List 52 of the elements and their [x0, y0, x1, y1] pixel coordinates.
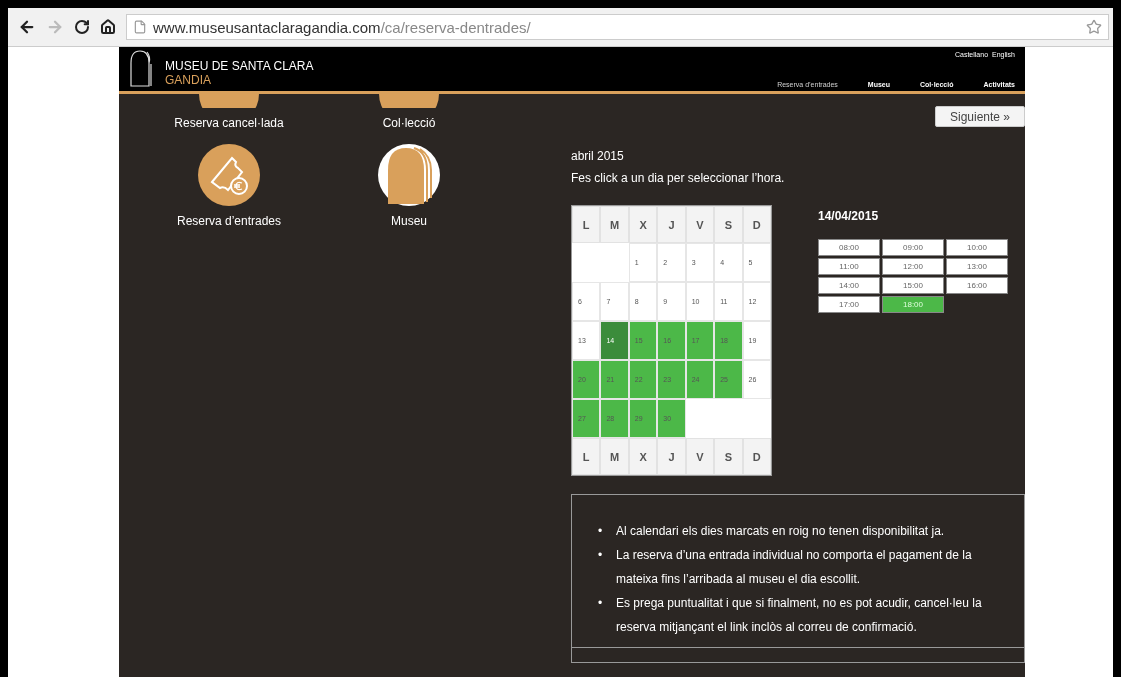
home-button[interactable]: [100, 19, 116, 35]
time-slot[interactable]: 09:00: [882, 239, 944, 256]
bullet: •: [598, 523, 604, 540]
time-slot[interactable]: 10:00: [946, 239, 1008, 256]
weekday-header: J: [657, 206, 686, 243]
address-bar[interactable]: www.museusantaclaragandia.com/ca/reserva-dentrades/: [126, 14, 1109, 40]
weekday-header: X: [628, 438, 658, 475]
time-slot[interactable]: 08:00: [818, 239, 880, 256]
shortcut-link[interactable]: Reserva cancel·lada: [174, 116, 284, 130]
back-button[interactable]: [18, 18, 36, 36]
time-slot[interactable]: 17:00: [818, 296, 880, 313]
weekday-header: M: [600, 206, 629, 243]
note-item: Al calendari els dies marcats en roig no tenen disponibilitat ja.: [616, 523, 945, 540]
weekday-header: J: [657, 438, 686, 475]
round-icon[interactable]: [199, 94, 259, 108]
bullet: •: [598, 595, 604, 612]
time-slot[interactable]: 12:00: [882, 258, 944, 275]
site-subtitle: GANDIA: [165, 73, 212, 87]
page-icon: [133, 20, 147, 34]
time-slot[interactable]: 13:00: [946, 258, 1008, 275]
reload-button[interactable]: [74, 19, 90, 35]
time-slot[interactable]: 14:00: [818, 277, 880, 294]
weekday-header: L: [572, 438, 601, 475]
note-item: Es prega puntualitat i que si finalment, no es pot acudir, cancel·leu la reserva mitjançant el link inclòs al correu de confirmació.: [616, 595, 983, 636]
round-icon[interactable]: [379, 94, 439, 108]
weekday-header: S: [714, 206, 743, 243]
calendar-hint: Fes click a un dia per seleccionar l’hora.: [571, 171, 786, 185]
note-item: La reserva d’una entrada individual no comporta el pagament de la mateixa fins l’arribada al museu el dia escollit.: [616, 547, 973, 588]
weekday-header: L: [572, 206, 601, 243]
bookmark-star-icon[interactable]: [1086, 19, 1102, 35]
next-button[interactable]: Siguiente »: [935, 106, 1025, 127]
shortcut-link[interactable]: Col·lecció: [382, 116, 436, 130]
weekday-header: S: [714, 438, 743, 475]
shortcut-link[interactable]: Reserva d’entrades: [176, 214, 282, 228]
time-slot[interactable]: 11:00: [818, 258, 880, 275]
weekday-header: M: [600, 438, 629, 475]
selected-date: 14/04/2015: [818, 209, 880, 223]
site-title: MUSEU DE SANTA CLARA: [165, 59, 314, 73]
weekday-header: D: [742, 438, 771, 475]
arch-logo-icon[interactable]: [129, 49, 153, 87]
url-text: www.museusantaclaragandia.com/ca/reserva-dentrades/: [153, 18, 531, 36]
weekday-header: D: [742, 206, 771, 243]
time-slot[interactable]: 15:00: [882, 277, 944, 294]
weekday-header: V: [685, 206, 715, 243]
shortcut-link[interactable]: Museu: [391, 214, 427, 228]
arch-icon[interactable]: [378, 144, 440, 206]
time-slot[interactable]: 16:00: [946, 277, 1008, 294]
weekday-header: V: [685, 438, 715, 475]
ticket-icon[interactable]: [198, 144, 260, 206]
weekday-header: X: [628, 206, 658, 243]
bullet: •: [598, 547, 604, 564]
month-label: abril 2015: [571, 149, 625, 163]
